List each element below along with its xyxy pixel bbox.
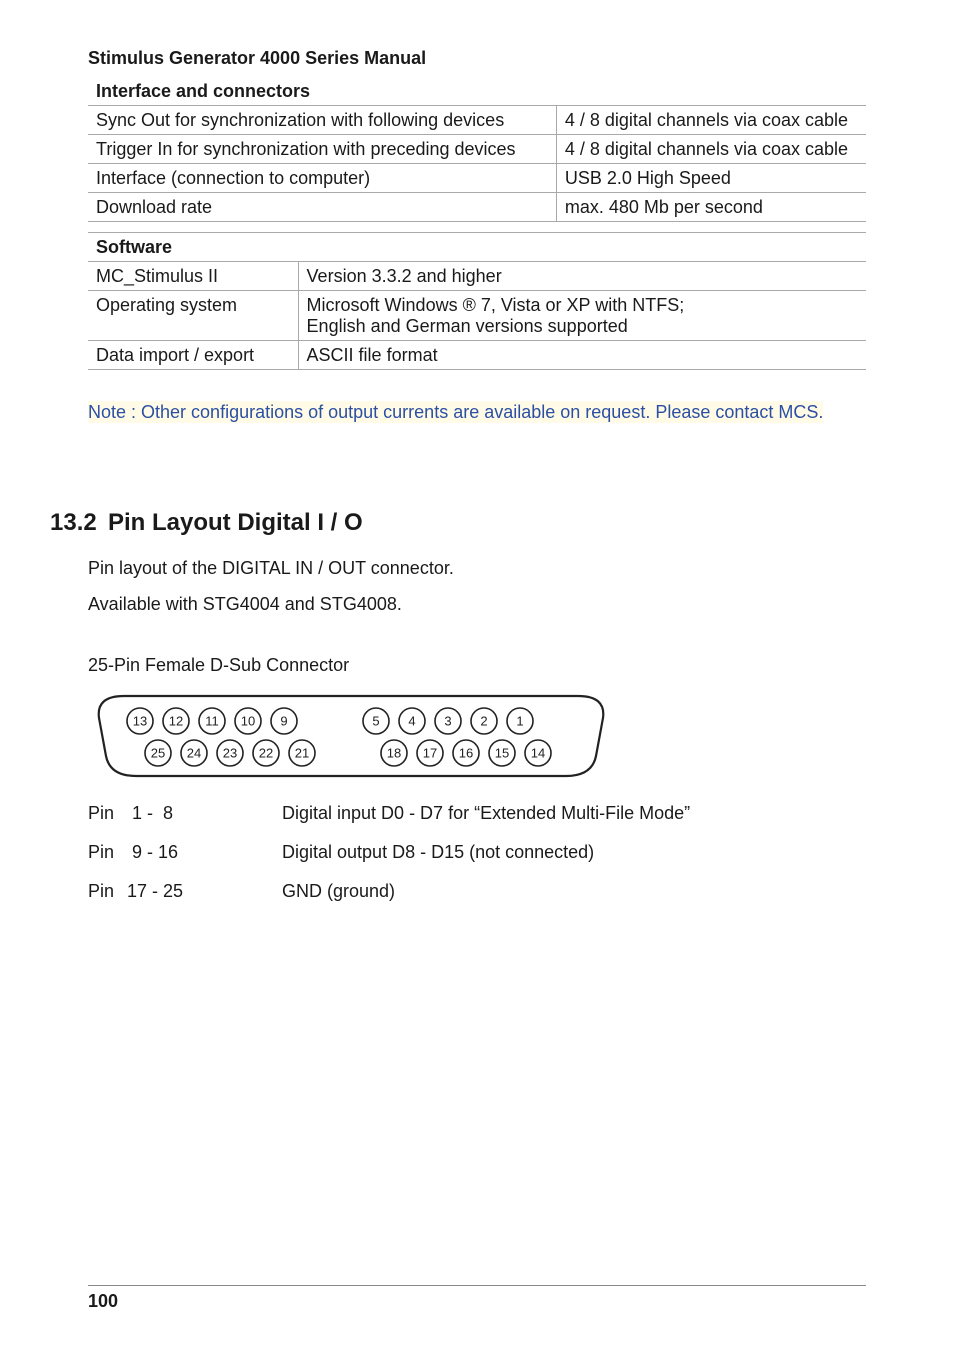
svg-text:21: 21 xyxy=(295,746,309,761)
svg-text:22: 22 xyxy=(259,746,273,761)
svg-text:13: 13 xyxy=(133,714,147,729)
interface-header: Interface and connectors xyxy=(88,77,866,106)
svg-text:15: 15 xyxy=(495,746,509,761)
pin-row: Pin 9 - 16 Digital output D8 - D15 (not … xyxy=(88,842,866,863)
section-title: Pin Layout Digital I / O xyxy=(108,509,363,536)
svg-text:11: 11 xyxy=(205,714,219,729)
page-number: 100 xyxy=(88,1291,118,1312)
svg-text:23: 23 xyxy=(223,746,237,761)
footer-rule xyxy=(88,1285,866,1286)
pin-table: Pin 1 - 8 Digital input D0 - D7 for “Ext… xyxy=(88,803,866,902)
sw-row-left: MC_Stimulus II xyxy=(88,262,298,291)
svg-text:17: 17 xyxy=(423,746,437,761)
svg-text:12: 12 xyxy=(169,714,183,729)
sw-row-left: Data import / export xyxy=(88,341,298,370)
svg-text:1: 1 xyxy=(516,714,523,729)
pin-row: Pin 17 - 25 GND (ground) xyxy=(88,881,866,902)
pin-desc: GND (ground) xyxy=(282,881,866,902)
sw-row-left: Operating system xyxy=(88,291,298,341)
iface-row-right: max. 480 Mb per second xyxy=(556,193,866,222)
pin-range: 17 - 25 xyxy=(122,881,282,902)
iface-row-right: USB 2.0 High Speed xyxy=(556,164,866,193)
svg-text:5: 5 xyxy=(372,714,379,729)
pin-desc: Digital output D8 - D15 (not connected) xyxy=(282,842,866,863)
svg-text:24: 24 xyxy=(187,746,201,761)
pin-range: 1 - 8 xyxy=(122,803,282,824)
svg-text:14: 14 xyxy=(531,746,545,761)
iface-row-left: Sync Out for synchronization with follow… xyxy=(88,106,556,135)
svg-text:2: 2 xyxy=(480,714,487,729)
svg-text:16: 16 xyxy=(459,746,473,761)
iface-row-left: Trigger In for synchronization with prec… xyxy=(88,135,556,164)
iface-row-left: Interface (connection to computer) xyxy=(88,164,556,193)
svg-text:3: 3 xyxy=(444,714,451,729)
svg-text:10: 10 xyxy=(241,714,255,729)
iface-row-right: 4 / 8 digital channels via coax cable xyxy=(556,135,866,164)
note-text: Note : Other configurations of output cu… xyxy=(88,401,823,423)
connector-label: 25-Pin Female D-Sub Connector xyxy=(88,655,866,676)
pin-label: Pin xyxy=(88,803,122,824)
iface-row-left: Download rate xyxy=(88,193,556,222)
iface-row-right: 4 / 8 digital channels via coax cable xyxy=(556,106,866,135)
svg-text:9: 9 xyxy=(280,714,287,729)
svg-text:18: 18 xyxy=(387,746,401,761)
pin-row: Pin 1 - 8 Digital input D0 - D7 for “Ext… xyxy=(88,803,866,824)
connector-diagram: 1312111095432125242322211817161514 xyxy=(86,686,866,791)
pin-label: Pin xyxy=(88,842,122,863)
note-row: Note : Other configurations of output cu… xyxy=(88,402,866,423)
section-heading: 13.2Pin Layout Digital I / O xyxy=(50,509,866,537)
pin-range: 9 - 16 xyxy=(122,842,282,863)
spec-table: Interface and connectors Sync Out for sy… xyxy=(88,77,866,370)
pin-desc: Digital input D0 - D7 for “Extended Mult… xyxy=(282,803,866,824)
sw-row-right: Version 3.3.2 and higher xyxy=(298,262,866,291)
software-header: Software xyxy=(88,233,866,262)
svg-text:4: 4 xyxy=(408,714,415,729)
pin-label: Pin xyxy=(88,881,122,902)
paragraph: Pin layout of the DIGITAL IN / OUT conne… xyxy=(88,555,866,581)
sw-row-right: Microsoft Windows ® 7, Vista or XP with … xyxy=(298,291,866,341)
paragraph: Available with STG4004 and STG4008. xyxy=(88,591,866,617)
section-number: 13.2 xyxy=(50,509,108,537)
sw-row-right: ASCII file format xyxy=(298,341,866,370)
doc-title: Stimulus Generator 4000 Series Manual xyxy=(88,48,866,69)
svg-text:25: 25 xyxy=(151,746,165,761)
